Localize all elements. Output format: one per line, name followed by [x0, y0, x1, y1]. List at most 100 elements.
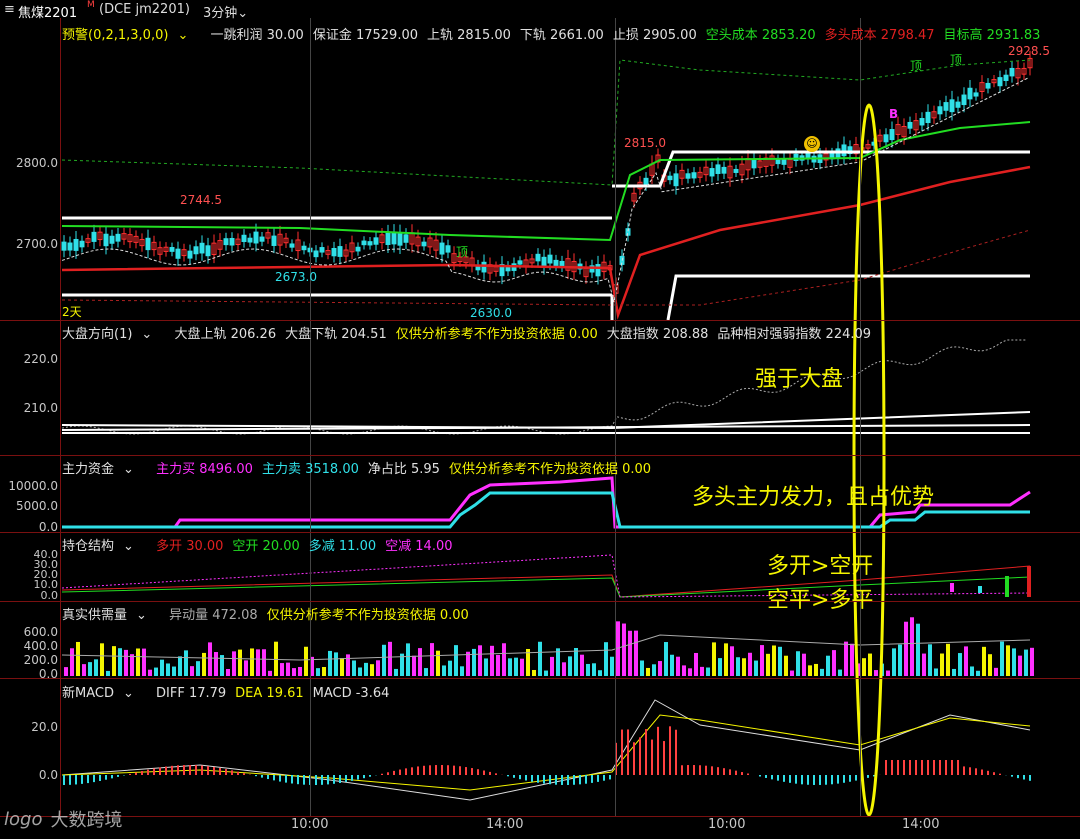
volume-bar — [598, 670, 602, 676]
candle — [439, 242, 445, 255]
volume-bar — [100, 643, 104, 676]
menu-icon[interactable]: ≡ — [4, 2, 15, 17]
candle — [553, 259, 559, 266]
candle — [247, 237, 253, 243]
axis-label: 2800.0 — [16, 156, 58, 170]
abnormal-volume-line — [61, 634, 1031, 661]
pane6-indicator[interactable]: 新MACD ⌄ — [62, 686, 143, 701]
symbol-name[interactable]: 焦煤2201 — [18, 2, 77, 21]
candle — [685, 173, 691, 179]
volume-bar — [382, 644, 386, 676]
volume-bar — [496, 654, 500, 676]
volume-bar — [370, 664, 374, 676]
volume-bar — [736, 657, 740, 676]
candle — [79, 240, 85, 248]
volume-bar — [940, 653, 944, 676]
volume-bar — [484, 658, 488, 676]
volume-bar — [514, 657, 518, 676]
price-axis-border — [60, 18, 61, 817]
volume-bar — [388, 641, 392, 676]
volume-bar — [730, 646, 734, 676]
volume-bar — [904, 621, 908, 676]
volume-bar — [934, 668, 938, 676]
chevron-down-icon: ⌄ — [177, 28, 189, 43]
axis-label: 2700.0 — [16, 237, 58, 251]
indicator-value: DIFF 17.79 — [156, 686, 227, 701]
lower-band — [666, 274, 1030, 321]
volume-bar — [364, 662, 368, 676]
indicator-value: 一跳利润 30.00 — [210, 28, 304, 43]
time-label: 14:00 — [902, 817, 940, 832]
dea-line — [61, 714, 1031, 791]
candle — [775, 159, 781, 165]
volume-bar — [742, 658, 746, 676]
volume-bar — [706, 667, 710, 676]
volume-bar — [568, 656, 572, 676]
candle — [967, 87, 973, 100]
volume-bar — [442, 665, 446, 676]
position-bar — [1005, 576, 1009, 597]
indicator-value: 多头成本 2798.47 — [824, 28, 935, 43]
volume-bar — [166, 663, 170, 676]
volume-bar — [112, 646, 116, 676]
volume-bar — [592, 663, 596, 676]
axis-label: 210.0 — [23, 401, 58, 415]
volume-bar — [790, 670, 794, 676]
volume-bar — [136, 648, 140, 676]
candle — [751, 158, 757, 169]
candle — [949, 99, 955, 113]
volume-bar — [94, 659, 98, 676]
volume-bar — [712, 642, 716, 676]
pane4-indicator[interactable]: 持仓结构 ⌄ — [62, 539, 143, 554]
pane2-values: 大盘上轨 206.26 大盘下轨 204.51 仅供分析参考不作为投资依据 0.00… — [174, 327, 880, 342]
volume-bar — [580, 654, 584, 676]
highlight-ellipse — [852, 103, 886, 817]
volume-bar — [340, 658, 344, 676]
period-selector[interactable]: 3分钟⌄ — [203, 2, 248, 21]
volume-bar — [574, 647, 578, 676]
candle — [397, 232, 403, 246]
candle — [955, 101, 961, 108]
volume-bar — [472, 648, 476, 676]
candle — [91, 231, 97, 242]
pane2-indicator[interactable]: 大盘方向(1) ⌄ — [62, 327, 161, 342]
volume-bar — [604, 642, 608, 676]
chevron-down-icon: ⌄ — [136, 608, 147, 623]
pane1-indicator[interactable]: 预警(0,2,1,3,0,0) ⌄ — [62, 28, 197, 43]
indicator-value: 大盘指数 208.88 — [606, 327, 709, 342]
target-line — [61, 59, 1031, 186]
axis-label: 0.0 — [38, 520, 58, 534]
chart-window: ≡ 焦煤2201 M (DCE jm2201) 3分钟⌄ 预警(0,2,1,3,… — [0, 0, 1080, 839]
candle — [391, 232, 397, 245]
title-bar: ≡ 焦煤2201 M (DCE jm2201) 3分钟⌄ — [0, 0, 1080, 21]
volume-bar — [430, 643, 434, 676]
volume-bar — [232, 651, 236, 676]
time-label: 10:00 — [291, 817, 329, 832]
volume-bar — [628, 630, 632, 676]
volume-bar — [124, 649, 128, 676]
watermark: logo 大数跨境 — [4, 806, 122, 832]
volume-bar — [154, 667, 158, 676]
volume-bar — [946, 643, 950, 676]
volume-bar — [670, 654, 674, 676]
long-open-line — [61, 565, 1031, 598]
position-bar — [978, 586, 982, 593]
pane6-header: 新MACD ⌄ DIFF 17.79 DEA 19.61 MACD -3.64 — [62, 682, 407, 701]
pane3-indicator[interactable]: 主力资金 ⌄ — [62, 462, 143, 477]
candle — [385, 232, 391, 245]
candle — [517, 260, 523, 265]
pane5-indicator[interactable]: 真实供需量 ⌄ — [62, 608, 156, 623]
candle — [259, 236, 265, 242]
candle — [223, 238, 229, 246]
axis-label: 0.0 — [38, 667, 58, 681]
session-divider — [615, 18, 616, 817]
watermark-text: 大数跨境 — [50, 810, 123, 831]
pane2-indicator-label: 大盘方向(1) — [62, 327, 133, 342]
pane4-indicator-label: 持仓结构 — [62, 539, 115, 554]
candle — [229, 237, 235, 246]
candle — [907, 121, 913, 129]
pane6-indicator-label: 新MACD — [62, 686, 114, 701]
indicator-value: 品种相对强弱指数 224.09 — [717, 327, 872, 342]
volume-bar — [256, 649, 260, 676]
candle — [61, 241, 67, 251]
